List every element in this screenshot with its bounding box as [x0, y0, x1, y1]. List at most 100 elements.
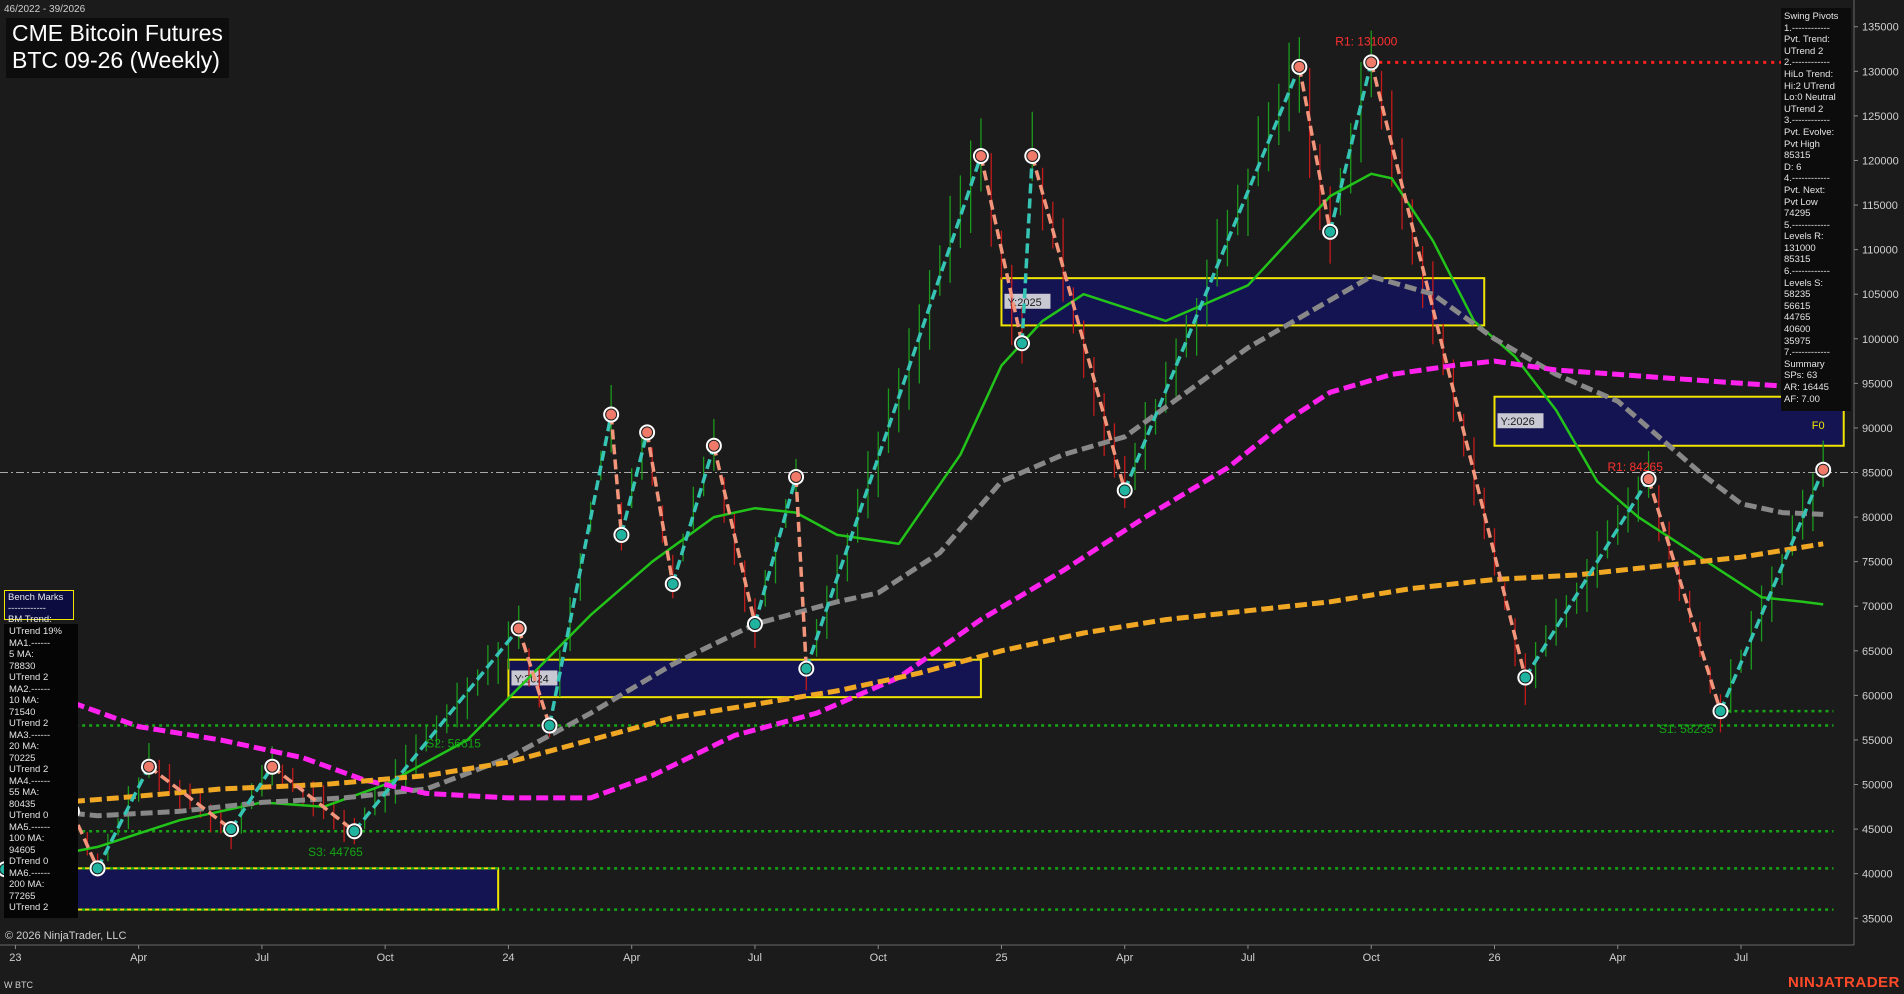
contract-title: BTC 09-26 (Weekly): [12, 47, 220, 73]
x-tick-label: 26: [1488, 952, 1500, 964]
swing-pivots-line: Lo:0 Neutral: [1784, 92, 1836, 104]
y-tick-label: 130000: [1862, 66, 1899, 78]
y-tick-label: 100000: [1862, 334, 1899, 346]
swing-pivots-line: Hi:2 UTrend: [1784, 80, 1835, 92]
bench-marks-line: 5 MA:: [9, 649, 34, 660]
swing-pivots-line: Levels R:: [1784, 231, 1824, 243]
bench-marks-line: 78830: [9, 660, 36, 672]
y-tick-label: 60000: [1862, 690, 1893, 702]
swing-pivots-line: Pvt Low: [1784, 196, 1818, 208]
instrument-title: CME Bitcoin Futures: [12, 20, 223, 46]
x-tick-label: Jul: [1241, 952, 1255, 964]
swing-pivots-line: 7.------------: [1784, 347, 1830, 359]
bench-marks-header: Bench Marks ------------ BM Trend:: [4, 590, 74, 625]
swing-pivots-line: 74295: [1784, 208, 1811, 220]
x-tick-label: Apr: [1116, 952, 1133, 964]
bench-marks-line: DTrend 0: [9, 856, 49, 867]
ninjatrader-logo: NINJATRADER: [1788, 974, 1900, 991]
x-tick-label: 23: [9, 952, 21, 964]
swing-pivot-dot: [667, 578, 678, 589]
bench-marks-line: UTrend 2: [9, 902, 49, 913]
swing-pivots-line: 58235: [1784, 289, 1811, 301]
y-tick-label: 65000: [1862, 646, 1893, 658]
swing-pivot-dot: [801, 663, 812, 674]
resistance-label: R1: 131000: [1335, 34, 1397, 48]
bench-marks-line: UTrend 0: [9, 810, 49, 821]
swing-pivot-dot: [1294, 61, 1305, 72]
swing-pivots-line: 85315: [1784, 150, 1811, 162]
x-tick-label: Apr: [623, 952, 640, 964]
swing-pivots-line: AF: 7.00: [1784, 393, 1820, 405]
swing-pivots-line: 3.------------: [1784, 115, 1830, 127]
swing-pivot-dot: [349, 826, 360, 837]
x-tick-label: Oct: [870, 952, 887, 964]
swing-pivots-line: AR: 16445: [1784, 382, 1829, 393]
x-tick-label: Jul: [255, 952, 269, 964]
year-box: [507, 658, 982, 699]
year-box-label: Y:2026: [1500, 416, 1534, 428]
swing-pivot-dot: [642, 427, 653, 438]
swing-pivots-line: UTrend 2: [1784, 45, 1824, 57]
bench-marks-line: UTrend 2: [9, 718, 49, 729]
y-tick-label: 80000: [1862, 512, 1893, 524]
y-tick-label: 85000: [1862, 468, 1893, 480]
swing-pivots-line: 40600: [1784, 324, 1811, 336]
date-range: 46/2022 - 39/2026: [4, 4, 86, 15]
swing-pivots-line: 5.------------: [1784, 219, 1830, 231]
copyright: © 2026 NinjaTrader, LLC: [5, 930, 127, 942]
bench-marks-line: 100 MA:: [9, 833, 45, 844]
swing-pivot-dot: [143, 761, 154, 772]
swing-pivot-dot: [1715, 706, 1726, 717]
x-tick-label: 25: [995, 952, 1007, 964]
bench-marks-header-line: ------------: [8, 603, 46, 614]
swing-pivot-dot: [616, 529, 627, 540]
bench-marks-line: 10 MA:: [9, 695, 40, 706]
bench-marks-line: 70225: [9, 752, 36, 764]
swing-pivots-line: 1.------------: [1784, 22, 1830, 34]
swing-pivot-dot: [1017, 338, 1028, 349]
chart-title-box: CME Bitcoin Futures BTC 09-26 (Weekly): [6, 18, 229, 78]
chart-canvas[interactable]: Y:2023Y:2024Y:2025Y:2026F0 3500040000450…: [0, 0, 1904, 994]
swing-pivot-dot: [1643, 474, 1654, 485]
swing-pivot-dot: [791, 471, 802, 482]
swing-pivot-dot: [1520, 672, 1531, 683]
bench-marks-header-line: Bench Marks: [8, 592, 64, 603]
swing-pivots-line: Swing Pivots: [1784, 11, 1839, 22]
bench-marks-line: 71540: [9, 706, 36, 718]
x-tick-label: Apr: [1609, 952, 1626, 964]
swing-pivots-line: Levels S:: [1784, 277, 1824, 289]
y-tick-label: 125000: [1862, 111, 1899, 123]
year-box-tag: F0: [1812, 420, 1825, 432]
bench-marks-line: MA3.------: [9, 729, 51, 741]
swing-pivot-dot: [1119, 485, 1130, 496]
y-tick-label: 120000: [1862, 155, 1899, 167]
bench-marks-line: MA6.------: [9, 867, 51, 879]
y-tick-label: 95000: [1862, 378, 1893, 390]
y-tick-label: 90000: [1862, 423, 1893, 435]
swing-pivot-dot: [708, 440, 719, 451]
bench-marks-line: MA4.------: [9, 775, 51, 787]
y-tick-label: 105000: [1862, 289, 1899, 301]
y-tick-label: 35000: [1862, 913, 1893, 925]
swing-pivot-dot: [92, 863, 103, 874]
bench-marks-line: 200 MA:: [9, 879, 45, 890]
bench-marks-line: 20 MA:: [9, 741, 40, 752]
y-tick-label: 50000: [1862, 780, 1893, 792]
swing-pivots-line: HiLo Trend:: [1784, 68, 1834, 80]
bench-marks-line: 80435: [9, 798, 36, 810]
y-tick-label: 70000: [1862, 601, 1893, 613]
resistance-label: R1: 84265: [1607, 460, 1663, 474]
swing-pivot-dot: [513, 623, 524, 634]
x-tick-label: 24: [502, 952, 514, 964]
swing-pivot-dot: [544, 720, 555, 731]
bench-marks-line: 55 MA:: [9, 787, 40, 798]
y-tick-label: 40000: [1862, 869, 1893, 881]
swing-pivots-line: 6.------------: [1784, 266, 1830, 278]
bench-marks-line: UTrend 2: [9, 672, 49, 683]
swing-pivot-dot: [1366, 57, 1377, 68]
swing-pivot-dot: [267, 761, 278, 772]
bench-marks-line: 77265: [9, 890, 36, 902]
swing-pivots-line: Pvt. Trend:: [1784, 34, 1830, 46]
support-label: S3: 44765: [308, 845, 363, 859]
swing-pivots-line: 85315: [1784, 254, 1811, 266]
